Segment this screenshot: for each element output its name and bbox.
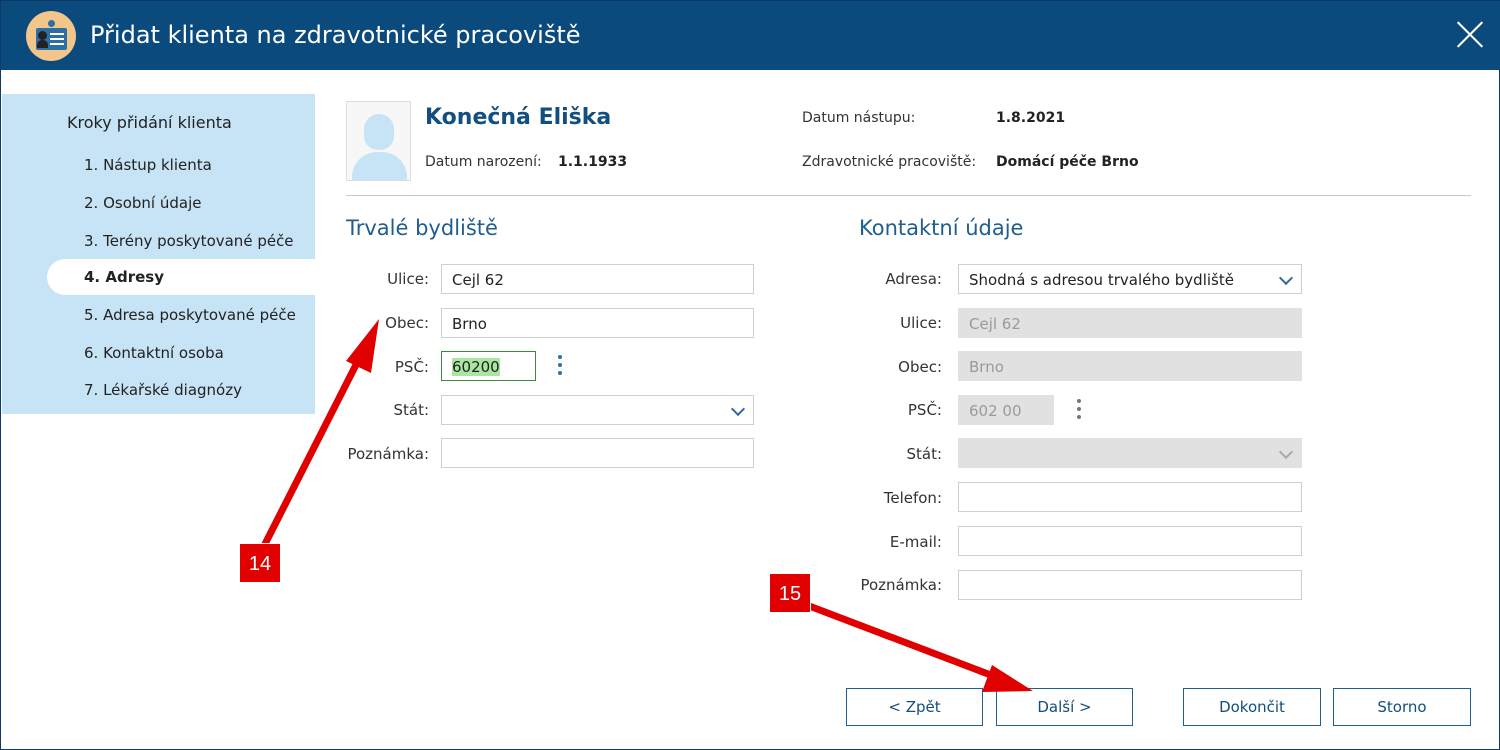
step-1[interactable]: 1. Nástup klienta — [84, 156, 212, 174]
contact-note-label: Poznámka: — [860, 576, 942, 594]
contact-city-label: Obec: — [898, 358, 942, 376]
country-select[interactable] — [441, 395, 754, 425]
zip-value: 60200 — [452, 358, 500, 376]
contact-country-label: Stát: — [906, 445, 942, 463]
workplace-label: Zdravotnické pracoviště: — [802, 154, 977, 170]
contact-address-select[interactable]: Shodná s adresou trvalého bydliště — [958, 264, 1302, 294]
country-label: Stát: — [393, 401, 429, 419]
contact-street-label: Ulice: — [900, 314, 942, 332]
zip-menu-icon[interactable] — [557, 354, 563, 378]
client-name: Konečná Eliška — [425, 105, 612, 130]
start-date-label: Datum nástupu: — [802, 110, 916, 126]
client-card-icon — [26, 11, 76, 61]
dialog-window: Přidat klienta na zdravotnické pracovišt… — [0, 0, 1500, 750]
next-button[interactable]: Další > — [996, 688, 1133, 726]
title-bar: Přidat klienta na zdravotnické pracovišt… — [1, 1, 1500, 70]
close-icon[interactable] — [1453, 18, 1487, 52]
step-6[interactable]: 6. Kontaktní osoba — [84, 344, 224, 362]
header-divider — [346, 195, 1471, 196]
phone-input[interactable] — [958, 482, 1302, 512]
start-date-value: 1.8.2021 — [996, 110, 1066, 126]
contact-title: Kontaktní údaje — [859, 216, 1024, 240]
contact-address-value: Shodná s adresou trvalého bydliště — [969, 271, 1234, 289]
contact-city-input: Brno — [958, 351, 1302, 381]
contact-note-input[interactable] — [958, 570, 1302, 600]
zip-label: PSČ: — [394, 358, 429, 376]
step-4-label: 4. Adresy — [84, 268, 164, 286]
step-5[interactable]: 5. Adresa poskytované péče — [84, 306, 296, 324]
step-3[interactable]: 3. Terény poskytované péče — [84, 232, 294, 250]
cancel-button[interactable]: Storno — [1333, 688, 1471, 726]
birth-date-value: 1.1.1933 — [558, 154, 628, 170]
street-label: Ulice: — [387, 270, 429, 288]
step-2[interactable]: 2. Osobní údaje — [84, 194, 201, 212]
chevron-down-icon — [730, 401, 746, 417]
contact-address-label: Adresa: — [885, 270, 942, 288]
chevron-down-icon — [1278, 270, 1294, 286]
note-input[interactable] — [441, 438, 754, 468]
contact-country-select — [958, 438, 1302, 468]
avatar — [346, 101, 411, 181]
phone-label: Telefon: — [883, 489, 942, 507]
street-input[interactable]: Cejl 62 — [441, 264, 754, 294]
annotation-badge-15: 15 — [769, 573, 811, 613]
email-label: E-mail: — [889, 533, 942, 551]
city-label: Obec: — [385, 314, 429, 332]
back-button[interactable]: < Zpět — [846, 688, 983, 726]
contact-zip-label: PSČ: — [907, 401, 942, 419]
note-label: Poznámka: — [347, 445, 429, 463]
steps-panel — [2, 94, 315, 414]
step-7[interactable]: 7. Lékařské diagnózy — [84, 381, 242, 399]
permanent-address-title: Trvalé bydliště — [346, 216, 498, 240]
zip-input[interactable]: 60200 — [441, 351, 536, 381]
email-input[interactable] — [958, 526, 1302, 556]
steps-title: Kroky přidání klienta — [67, 113, 232, 132]
annotation-badge-14: 14 — [239, 543, 281, 583]
window-title: Přidat klienta na zdravotnické pracovišt… — [90, 21, 581, 49]
birth-date-label: Datum narození: — [425, 154, 542, 170]
city-input[interactable]: Brno — [441, 308, 754, 338]
workplace-value: Domácí péče Brno — [996, 154, 1139, 170]
contact-street-input: Cejl 62 — [958, 308, 1302, 338]
chevron-down-icon — [1278, 444, 1294, 460]
contact-zip-input: 602 00 — [958, 395, 1054, 425]
contact-zip-menu-icon — [1076, 398, 1082, 422]
arrow-15 — [802, 600, 998, 681]
step-4-active[interactable]: 4. Adresy — [47, 259, 315, 295]
finish-button[interactable]: Dokončit — [1183, 688, 1321, 726]
